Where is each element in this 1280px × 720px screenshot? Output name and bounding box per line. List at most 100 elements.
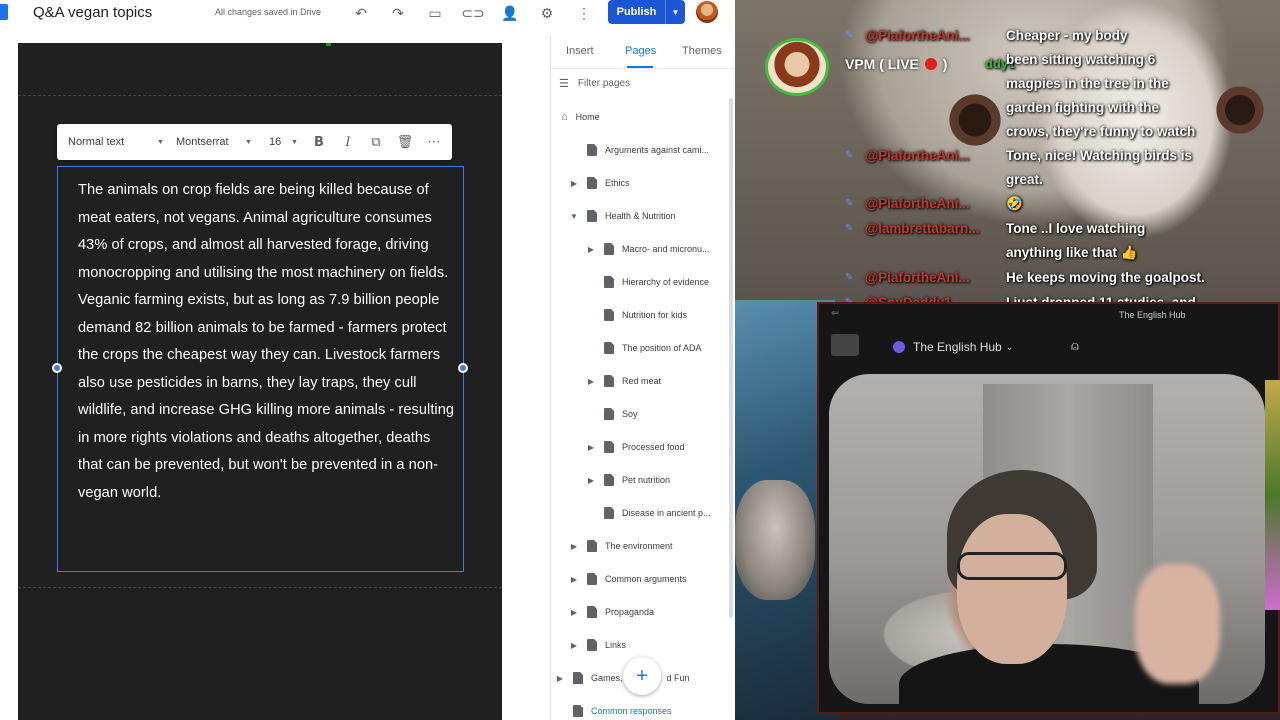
chat-username-text: @PiafortheAni... <box>865 148 970 163</box>
filter-placeholder: Filter pages <box>577 78 631 89</box>
background-image <box>1210 80 1270 140</box>
expand-closed-icon[interactable]: ▶ <box>586 245 596 254</box>
top-bar: Q&A vegan topics All changes saved in Dr… <box>0 0 735 25</box>
page-item[interactable]: Nutrition for kids <box>604 305 687 325</box>
stream-overlay: VPM ( LIVE ) ddy1 @PiafortheAni... ✎ Cheap… <box>735 0 1280 720</box>
expand-closed-icon[interactable]: ▶ <box>555 674 565 683</box>
page-item[interactable]: Soy <box>604 404 638 424</box>
avatar <box>765 38 829 96</box>
channel-label-small: The English Hub <box>1119 310 1186 320</box>
page-label: The environment <box>605 541 673 551</box>
bold-icon[interactable]: B <box>310 133 328 151</box>
page-item[interactable]: ▶ Macro- and micronu... <box>588 239 710 259</box>
chat-username-text: @PiafortheAni... <box>865 196 970 211</box>
undo-icon[interactable]: ↶ <box>350 2 372 24</box>
font-size-select[interactable]: 16 <box>269 124 289 160</box>
pin-icon: ✎ <box>845 223 854 234</box>
background-image <box>940 90 1010 150</box>
publish-button[interactable]: Publish <box>608 0 665 24</box>
chevron-down-icon: ▼ <box>157 139 164 146</box>
page-label: Macro- and micronu... <box>622 244 710 254</box>
page-item[interactable]: ▶ The environment <box>571 536 673 556</box>
preview-icon[interactable]: ▭ <box>424 2 446 24</box>
chat-message: anything like that 👍 <box>1006 245 1138 260</box>
page-item[interactable]: ▶ Links <box>571 635 626 655</box>
page-item[interactable]: Arguments against cami... <box>587 140 709 160</box>
resize-handle-left[interactable] <box>52 363 62 373</box>
page-icon <box>573 672 583 684</box>
page-item[interactable]: Common responses <box>573 701 672 720</box>
chat-username: @PiafortheAni... <box>865 144 970 168</box>
font-select[interactable]: Montserrat <box>176 124 246 160</box>
expand-closed-icon[interactable]: ▶ <box>586 443 596 452</box>
resize-handle-right[interactable] <box>458 363 468 373</box>
expand-open-icon[interactable]: ▼ <box>551 113 553 122</box>
page-item[interactable]: ▶ Red meat <box>588 371 661 391</box>
settings-icon[interactable]: ⚙ <box>536 2 558 24</box>
page-icon <box>587 540 597 552</box>
redo-icon[interactable]: ↷ <box>387 2 409 24</box>
doc-title[interactable]: Q&A vegan topics <box>33 4 152 21</box>
expand-closed-icon[interactable]: ▶ <box>569 641 579 650</box>
text-format-toolbar: Normal text ▼ Montserrat ▼ 16 ▼ B I ⧉ 🗑 … <box>57 124 452 160</box>
tab-themes[interactable]: Themes <box>682 45 722 57</box>
expand-open-icon[interactable]: ▼ <box>569 212 579 221</box>
avatar[interactable] <box>696 1 718 23</box>
page-label: Pet nutrition <box>622 475 671 485</box>
chat-message: been sitting watching 6 <box>1006 52 1156 67</box>
italic-icon[interactable]: I <box>339 133 357 151</box>
divider <box>551 68 735 69</box>
publish-dropdown-button[interactable]: ▼ <box>665 0 685 24</box>
scrollbar[interactable] <box>729 98 733 618</box>
delete-icon[interactable]: 🗑 <box>396 133 414 151</box>
chevron-down-icon: ⌄ <box>1005 341 1014 352</box>
share-icon[interactable]: 👤 <box>499 2 521 24</box>
webcam-window: ⇐ The English Hub The English Hub ⌄ ⍝ <box>817 302 1280 714</box>
background-image <box>735 480 815 600</box>
page-item[interactable]: ▼ Health & Nutrition <box>570 206 676 226</box>
pin-icon: ✎ <box>845 198 854 209</box>
page-label: Home <box>575 112 600 122</box>
chat-message: Cheaper - my body <box>1006 28 1128 43</box>
filter-pages-input[interactable]: ☰ Filter pages <box>559 77 630 90</box>
page-item[interactable]: ▶ Processed food <box>588 437 685 457</box>
page-item[interactable]: Disease in ancient p... <box>604 503 711 523</box>
expand-closed-icon[interactable]: ▶ <box>569 179 579 188</box>
pages-panel: Insert Pages Themes ☰ Filter pages ▼ ⌂ Home… <box>550 36 735 720</box>
page-item[interactable]: ▶ Common arguments <box>571 569 687 589</box>
text-box-content[interactable]: The animals on crop fields are being kil… <box>78 177 458 507</box>
link-icon[interactable]: ⊂⊃ <box>461 2 484 24</box>
sites-logo[interactable] <box>0 4 8 20</box>
text-box[interactable]: The animals on crop fields are being kil… <box>52 166 468 572</box>
tab-insert[interactable]: Insert <box>566 45 594 57</box>
page-item[interactable]: The position of ADA <box>604 338 702 358</box>
tab-pages[interactable]: Pages <box>625 45 656 57</box>
paragraph-style-select[interactable]: Normal text <box>68 124 168 160</box>
page-item[interactable]: Hierarchy of evidence <box>604 272 709 292</box>
copy-icon[interactable]: ⧉ <box>367 133 385 151</box>
more-icon[interactable]: ⋯ <box>425 133 443 151</box>
page-item[interactable]: ▼ ⌂ Home <box>551 107 600 127</box>
page-icon <box>604 243 614 255</box>
channel-selector[interactable]: The English Hub ⌄ <box>893 340 1013 354</box>
expand-closed-icon[interactable]: ▶ <box>586 377 596 386</box>
add-person-icon[interactable]: ⍝ <box>1071 338 1079 354</box>
page-item[interactable]: ▶ Propaganda <box>571 602 654 622</box>
expand-closed-icon[interactable]: ▶ <box>586 476 596 485</box>
chat-username-text: @lambrettabarn... <box>865 221 980 236</box>
add-page-button[interactable]: + <box>623 657 661 695</box>
page-icon <box>587 177 597 189</box>
page-item[interactable]: ▶ Ethics <box>571 173 630 193</box>
page-icon <box>604 408 614 420</box>
page-item[interactable]: ▶ Pet nutrition <box>588 470 671 490</box>
expand-closed-icon[interactable]: ▶ <box>569 542 579 551</box>
page-icon <box>604 375 614 387</box>
more-vert-icon[interactable]: ⋮ <box>573 2 595 24</box>
chat-username-text: @PiafortheAni... <box>865 28 970 43</box>
expand-closed-icon[interactable]: ▶ <box>569 575 579 584</box>
expand-closed-icon[interactable]: ▶ <box>569 608 579 617</box>
chat-message: magpies in the tree in the <box>1006 76 1169 91</box>
save-status: All changes saved in Drive <box>215 7 322 17</box>
page-icon <box>604 441 614 453</box>
page-icon <box>604 276 614 288</box>
